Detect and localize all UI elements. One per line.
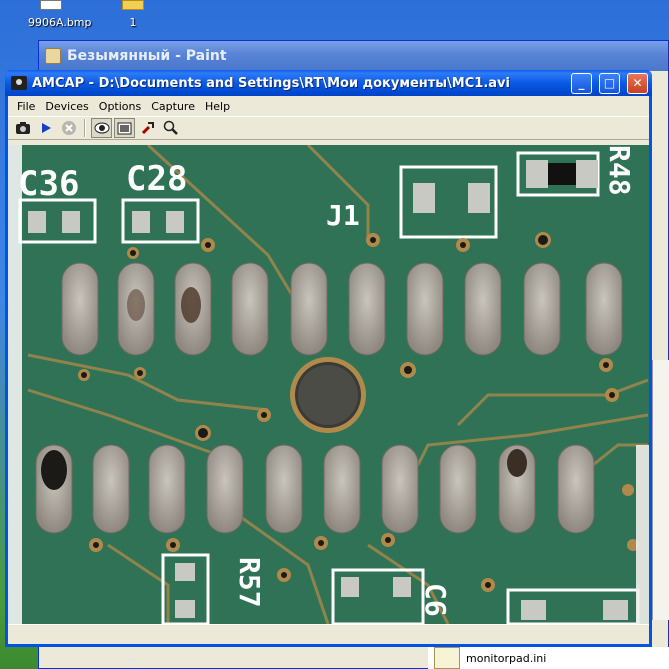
menu-help[interactable]: Help <box>200 98 235 115</box>
pcb-image: C36 C28 J1 R57 C6 R48 <box>8 145 649 624</box>
menu-bar: File Devices Options Capture Help <box>8 96 649 116</box>
silk-label: C36 <box>18 164 79 204</box>
maximize-button[interactable]: □ <box>599 72 620 94</box>
status-bar <box>8 624 649 644</box>
video-preview: C36 C28 J1 R57 C6 R48 <box>8 145 649 624</box>
preview-icon[interactable] <box>91 118 112 138</box>
paint-title-bar[interactable]: Безымянный - Paint <box>39 41 668 71</box>
silk-label: R57 <box>233 557 266 608</box>
camera-icon[interactable] <box>12 118 33 138</box>
amcap-window: AMCAP - D:\Documents and Settings\RT\Мои… <box>5 70 652 647</box>
menu-file[interactable]: File <box>12 98 40 115</box>
desktop-icon-label: 9906A.bmp <box>28 16 92 29</box>
menu-capture[interactable]: Capture <box>146 98 200 115</box>
toolbar <box>8 116 649 140</box>
file-item-monitorpad[interactable]: monitorpad.ini <box>428 647 669 669</box>
desktop-icon-label: 1 <box>129 16 137 29</box>
silk-label: R48 <box>603 145 636 196</box>
stop-icon[interactable] <box>58 118 79 138</box>
folder-icon <box>122 0 144 10</box>
paint-app-icon <box>45 48 61 64</box>
amcap-title-bar[interactable]: AMCAP - D:\Documents and Settings\RT\Мои… <box>5 70 652 96</box>
properties-icon[interactable] <box>137 118 158 138</box>
window-title: AMCAP - D:\Documents and Settings\RT\Мои… <box>32 75 510 91</box>
background-window-edge <box>652 360 669 620</box>
desktop-icon-bmp[interactable]: 9906A.bmp <box>28 0 92 30</box>
close-button[interactable]: ✕ <box>627 72 648 94</box>
overlay-icon[interactable] <box>114 118 135 138</box>
menu-devices[interactable]: Devices <box>40 98 93 115</box>
ini-file-icon <box>434 647 460 669</box>
camera-app-icon <box>11 76 27 90</box>
toolbar-separator <box>84 119 86 137</box>
zoom-icon[interactable] <box>160 118 181 138</box>
bitmap-file-icon <box>40 0 62 10</box>
minimize-button[interactable]: _ <box>571 72 592 94</box>
play-icon[interactable] <box>35 118 56 138</box>
silk-label: C28 <box>126 159 187 199</box>
paint-title-text: Безымянный - Paint <box>67 48 227 64</box>
file-label: monitorpad.ini <box>466 651 547 665</box>
menu-options[interactable]: Options <box>94 98 146 115</box>
desktop-icon-folder[interactable]: 1 <box>108 0 158 30</box>
chevron-down-icon[interactable]: ⌄ <box>118 648 146 668</box>
silk-label: J1 <box>326 199 360 232</box>
